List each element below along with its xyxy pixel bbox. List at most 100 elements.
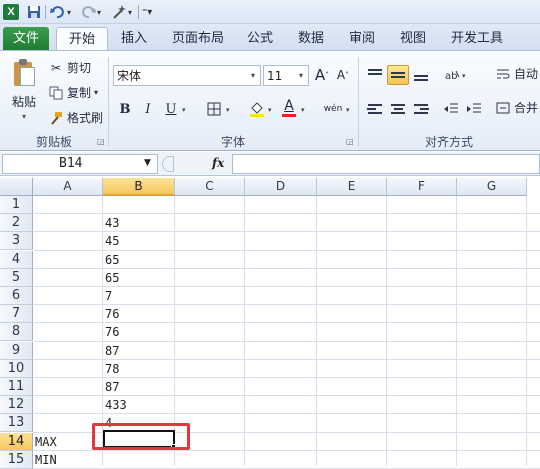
row-header-13[interactable]: 13: [0, 414, 33, 433]
tab-file[interactable]: 文件: [3, 27, 49, 51]
bold-button[interactable]: B: [115, 99, 135, 119]
column-header-f[interactable]: F: [387, 178, 457, 196]
column-header-e[interactable]: E: [317, 178, 387, 196]
row-header-10[interactable]: 10: [0, 359, 33, 378]
cell-b10[interactable]: 78: [103, 360, 119, 378]
insert-function-button[interactable]: fx: [212, 156, 224, 170]
redo-icon[interactable]: [80, 3, 96, 21]
row-header-6[interactable]: 6: [0, 287, 33, 305]
row-header-3[interactable]: 3: [0, 232, 33, 251]
font-name-select[interactable]: 宋体 ▾: [113, 65, 261, 86]
cell-b7[interactable]: 76: [103, 305, 119, 323]
undo-dropdown-icon[interactable]: ▾: [67, 3, 71, 21]
row-header-12[interactable]: 12: [0, 396, 33, 415]
tab-insert[interactable]: 插入: [112, 27, 156, 51]
row-header-2[interactable]: 2: [0, 214, 33, 233]
cell-b4[interactable]: 65: [103, 251, 119, 269]
align-right-button[interactable]: [410, 99, 432, 119]
tab-developer[interactable]: 开发工具: [442, 27, 512, 51]
paste-button[interactable]: 粘贴 ▾: [6, 57, 42, 129]
copy-button[interactable]: 复制 ▾: [48, 84, 98, 101]
tab-review[interactable]: 审阅: [340, 27, 384, 51]
row-header-7[interactable]: 7: [0, 305, 33, 324]
dialog-launcher-icon[interactable]: ◲: [346, 137, 354, 146]
cell-a15[interactable]: MIN: [33, 451, 57, 469]
cell-b6[interactable]: 7: [103, 287, 112, 305]
clipboard-group-label: 剪贴板: [35, 135, 72, 149]
chevron-down-icon[interactable]: ▾: [182, 106, 186, 114]
cell-b5[interactable]: 65: [103, 269, 119, 287]
cell-b12[interactable]: 433: [103, 396, 127, 414]
chevron-down-icon[interactable]: ▾: [301, 106, 305, 114]
phonetic-guide-button[interactable]: wén: [321, 99, 345, 119]
borders-icon[interactable]: [204, 99, 224, 119]
column-header-g[interactable]: G: [457, 178, 527, 196]
format-painter-button[interactable]: 格式刷: [48, 109, 103, 126]
redo-dropdown-icon[interactable]: ▾: [97, 3, 101, 21]
decrease-indent-icon[interactable]: [441, 99, 461, 119]
orientation-icon[interactable]: ab: [442, 65, 462, 85]
align-left-button[interactable]: [364, 99, 386, 119]
merge-center-button[interactable]: 合并: [495, 99, 538, 116]
spreadsheet-grid: ABCDEFG 1 2 3 4 5 6 7 8 9 10 11 12 13 14 15 43 45 65 65 7 7…: [0, 178, 540, 469]
name-box[interactable]: B14: [2, 154, 158, 174]
font-color-button[interactable]: A: [279, 97, 299, 117]
align-center-button[interactable]: [387, 99, 409, 119]
column-gridline: [526, 196, 527, 466]
column-header-b[interactable]: B: [103, 178, 175, 196]
save-icon[interactable]: [27, 3, 41, 21]
cut-button[interactable]: ✂ 剪切: [48, 59, 91, 76]
align-bottom-button[interactable]: [410, 65, 432, 85]
cell-b8[interactable]: 76: [103, 323, 119, 341]
column-header-c[interactable]: C: [175, 178, 245, 196]
column-header-d[interactable]: D: [245, 178, 317, 196]
row-header-9[interactable]: 9: [0, 341, 33, 360]
expand-formula-handle[interactable]: [162, 156, 174, 172]
fill-color-icon[interactable]: [247, 99, 267, 119]
chevron-down-icon[interactable]: ▼: [144, 158, 151, 168]
wrap-text-button[interactable]: 自动: [495, 65, 538, 82]
align-top-button[interactable]: [364, 65, 386, 85]
row-header-5[interactable]: 5: [0, 268, 33, 287]
font-size-select[interactable]: 11 ▾: [263, 65, 309, 86]
wand-dropdown-icon[interactable]: ▾: [128, 3, 132, 21]
column-gridline: [386, 196, 387, 466]
underline-button[interactable]: U: [161, 99, 181, 119]
svg-text:ab: ab: [445, 71, 457, 82]
column-header-a[interactable]: A: [33, 178, 103, 196]
chevron-down-icon[interactable]: ▾: [462, 72, 466, 80]
tab-page-layout[interactable]: 页面布局: [163, 27, 233, 51]
cell-b2[interactable]: 43: [103, 214, 119, 232]
formula-input[interactable]: [232, 154, 540, 174]
shrink-font-button[interactable]: A ˅: [333, 65, 353, 85]
row-header-11[interactable]: 11: [0, 378, 33, 396]
cell-a14[interactable]: MAX: [33, 433, 57, 451]
chevron-down-icon[interactable]: ▾: [268, 106, 272, 114]
dialog-launcher-icon[interactable]: ◲: [97, 137, 105, 146]
row-header-15[interactable]: 15: [0, 450, 33, 469]
tab-formulas[interactable]: 公式: [238, 27, 282, 51]
chevron-down-icon[interactable]: ▾: [226, 106, 230, 114]
cell-b11[interactable]: 87: [103, 378, 119, 396]
align-middle-button[interactable]: [387, 65, 409, 85]
grow-font-button[interactable]: A ˄: [312, 65, 332, 85]
quick-access-toolbar: X ▾ ▾ ▾ ⁼▾: [0, 0, 540, 24]
cell-b3[interactable]: 45: [103, 232, 119, 250]
increase-indent-icon[interactable]: [464, 99, 484, 119]
undo-icon[interactable]: [50, 3, 66, 21]
row-header-1[interactable]: 1: [0, 196, 33, 214]
row-header-8[interactable]: 8: [0, 323, 33, 342]
chevron-down-icon[interactable]: ▾: [346, 106, 350, 114]
select-all-corner[interactable]: [0, 178, 33, 196]
tab-view[interactable]: 视图: [391, 27, 435, 51]
font-group-label: 字体: [220, 135, 245, 149]
tab-home[interactable]: 开始: [56, 27, 108, 51]
italic-button[interactable]: I: [138, 99, 158, 119]
customize-toolbar-icon[interactable]: ⁼▾: [142, 3, 152, 21]
row-header-14[interactable]: 14: [0, 432, 33, 451]
chevron-down-icon: ▾: [94, 88, 99, 97]
cell-b9[interactable]: 87: [103, 342, 119, 360]
tab-data[interactable]: 数据: [289, 27, 333, 51]
row-header-4[interactable]: 4: [0, 250, 33, 269]
wand-icon[interactable]: [111, 3, 127, 21]
